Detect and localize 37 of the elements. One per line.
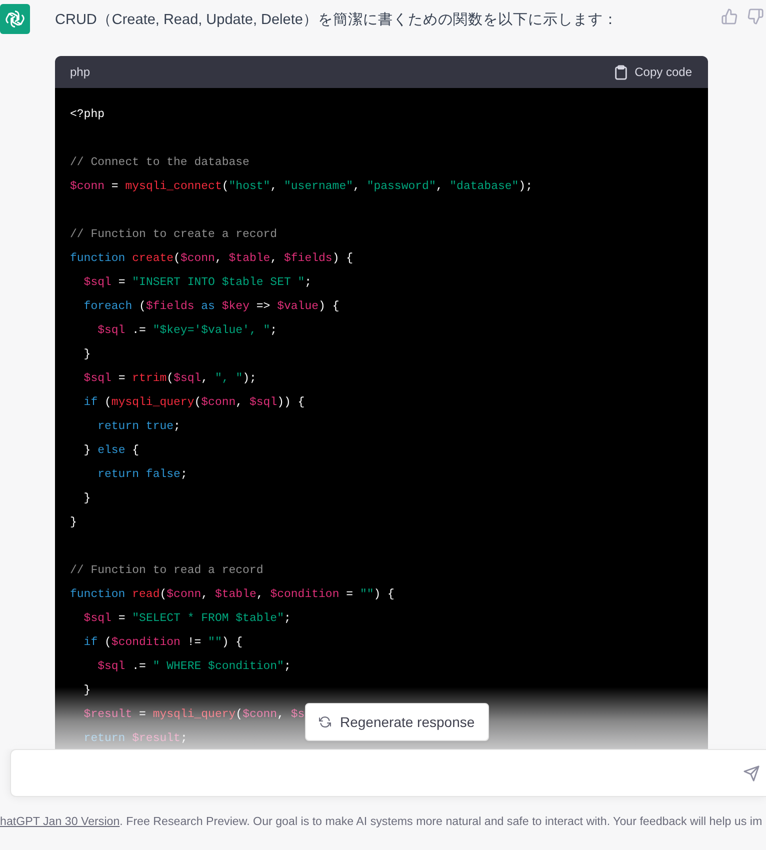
code-line: } <box>70 515 77 531</box>
code-line: if (mysqli_query($conn, $sql)) { <box>82 395 305 411</box>
language-label: php <box>70 65 90 79</box>
code-line: return $result; <box>82 731 188 747</box>
code-line: $result = mysqli_query($conn, $s <box>82 707 305 723</box>
version-link[interactable]: hatGPT Jan 30 Version <box>0 815 120 828</box>
code-line: function create($conn, $table, $fields) { <box>70 251 354 267</box>
code-line: } <box>82 347 91 363</box>
code-line: } <box>82 683 91 699</box>
thumbs-down-icon[interactable] <box>747 8 764 25</box>
code-line: return false; <box>96 467 188 483</box>
code-comment: // Function to create a record <box>70 227 278 243</box>
refresh-icon <box>319 716 331 728</box>
code-line: return true; <box>96 419 180 435</box>
code-line: $conn = mysqli_connect("host", "username", "password", "database"); <box>70 179 532 195</box>
code-line: if ($condition != "") { <box>82 635 243 651</box>
copy-code-button[interactable]: Copy code <box>614 64 692 80</box>
code-comment: // Function to read a record <box>70 563 264 579</box>
footer-text: hatGPT Jan 30 Version. Free Research Preview. Our goal is to make AI systems more natural and safe to interact with. Your feedback will help us im <box>0 815 762 828</box>
code-line: $sql .= " WHERE $condition"; <box>96 659 291 675</box>
code-line: $sql = "INSERT INTO $table SET "; <box>82 275 312 291</box>
code-line: foreach ($fields as $key => $value) { <box>82 299 340 315</box>
regenerate-button[interactable]: Regenerate response <box>305 703 489 741</box>
logo-icon <box>0 4 30 34</box>
code-comment: // Connect to the database <box>70 155 250 171</box>
send-icon[interactable] <box>743 764 760 782</box>
code-line: } <box>82 491 91 507</box>
message-text: CRUD（Create, Read, Update, Delete）を簡潔に書くための関数を以下に示します： <box>55 11 619 29</box>
code-line: function read($conn, $table, $condition = "") { <box>70 587 394 603</box>
code-line: $sql .= "$key='$value', "; <box>96 323 278 339</box>
message-input[interactable] <box>10 749 766 797</box>
thumbs-up-icon[interactable] <box>721 8 738 25</box>
code-line: } else { <box>82 443 140 459</box>
clipboard-icon <box>614 64 628 80</box>
code-line: $sql = "SELECT * FROM $table"; <box>82 611 291 627</box>
code-line: <?php <box>70 107 105 123</box>
code-line: $sql = rtrim($sql, ", "); <box>82 371 256 387</box>
